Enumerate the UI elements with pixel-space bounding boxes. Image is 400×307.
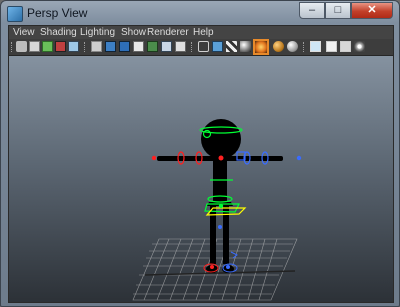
camera-select-icon[interactable] — [16, 41, 27, 52]
right-wrist-joint[interactable] — [296, 155, 302, 161]
window-controls: – □ ✕ — [299, 2, 393, 20]
bookmark-icon[interactable] — [42, 41, 53, 52]
wireframe-icon[interactable] — [175, 41, 186, 52]
panel-toolbar — [9, 39, 393, 56]
safe-action-icon[interactable] — [147, 41, 158, 52]
smooth-shade-icon[interactable] — [198, 41, 209, 52]
knee-joint[interactable] — [218, 225, 222, 229]
menu-lighting[interactable]: Lighting — [80, 26, 115, 39]
left-wrist-joint[interactable] — [151, 155, 157, 161]
persp-view-window: Persp View – □ ✕ View Shading Lighting S… — [0, 0, 400, 307]
use-all-lights-icon[interactable] — [253, 39, 269, 55]
textured-icon[interactable] — [226, 41, 237, 52]
close-button[interactable]: ✕ — [351, 2, 393, 19]
minimize-button[interactable]: – — [299, 2, 325, 19]
toolbar-separator-icon — [84, 42, 87, 52]
figure-head[interactable] — [201, 119, 241, 159]
isolate-select-icon[interactable] — [310, 41, 321, 52]
figure-torso[interactable] — [213, 156, 227, 202]
film-gate-icon[interactable] — [91, 41, 102, 52]
right-ankle-joint[interactable] — [226, 265, 230, 269]
maximize-button[interactable]: □ — [325, 2, 351, 19]
scene-canvas — [132, 119, 302, 301]
use-all-lights-icon-2[interactable] — [240, 41, 251, 52]
wireframe-on-shaded-icon[interactable] — [212, 41, 223, 52]
perspective-viewport[interactable] — [9, 56, 393, 302]
menu-help[interactable]: Help — [193, 26, 214, 39]
grid-toggle-icon[interactable] — [68, 41, 79, 52]
image-plane-icon[interactable] — [55, 41, 66, 52]
shadows-icon[interactable] — [273, 41, 284, 52]
panel: View Shading Lighting Show Renderer Help — [8, 25, 394, 303]
gate-mask-icon[interactable] — [119, 41, 130, 52]
pelvis-joint[interactable] — [218, 203, 224, 209]
menu-view[interactable]: View — [13, 26, 35, 39]
field-chart-icon[interactable] — [133, 41, 144, 52]
toolbar-grip-icon[interactable] — [11, 42, 14, 52]
safe-title-icon[interactable] — [161, 41, 172, 52]
xray-active-icon[interactable] — [340, 41, 351, 52]
right-knee-pole-control[interactable] — [230, 251, 238, 259]
toolbar-separator-3-icon — [303, 42, 306, 52]
left-ankle-joint[interactable] — [210, 265, 214, 269]
camera-attributes-icon[interactable] — [29, 41, 40, 52]
window-title: Persp View — [27, 6, 88, 20]
resolution-gate-icon[interactable] — [105, 41, 116, 52]
figure-right-leg[interactable] — [223, 204, 229, 264]
figure-left-leg[interactable] — [210, 204, 216, 264]
neck-joint[interactable] — [218, 155, 224, 161]
toolbar-separator-2-icon — [191, 42, 194, 52]
maya-app-icon — [7, 6, 23, 22]
xray-icon[interactable] — [287, 41, 298, 52]
title-bar[interactable]: Persp View – □ ✕ — [1, 1, 399, 25]
xray-joints-icon[interactable] — [326, 41, 337, 52]
menu-show[interactable]: Show — [121, 26, 146, 39]
menu-shading[interactable]: Shading — [40, 26, 77, 39]
joints-icon[interactable] — [354, 41, 365, 52]
menu-bar: View Shading Lighting Show Renderer Help — [9, 26, 393, 39]
menu-renderer[interactable]: Renderer — [147, 26, 189, 39]
